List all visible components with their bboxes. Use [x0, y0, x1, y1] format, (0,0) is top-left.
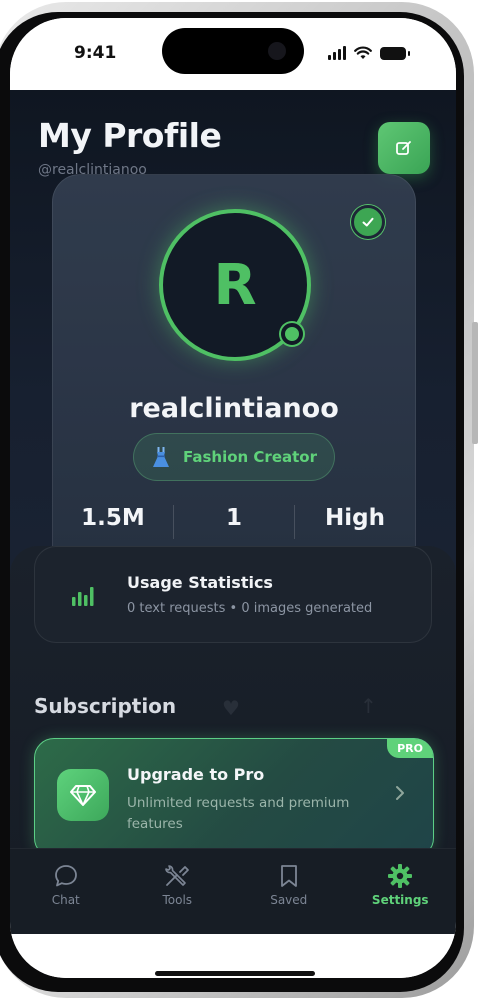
bar-chart-icon	[72, 587, 94, 606]
gear-icon	[388, 864, 413, 888]
bookmark-icon	[280, 865, 297, 887]
checkmark-icon	[362, 217, 374, 227]
tab-chat[interactable]: Chat	[10, 849, 122, 934]
usage-subtitle: 0 text requests • 0 images generated	[127, 601, 373, 616]
bottom-sheet: Usage Statistics 0 text requests • 0 ima…	[10, 546, 456, 860]
dress-icon	[152, 447, 169, 467]
chevron-right-icon	[396, 786, 404, 800]
diamond-icon	[70, 785, 96, 806]
verified-badge	[351, 205, 385, 239]
heart-icon: ♥	[222, 696, 240, 720]
home-indicator[interactable]	[155, 971, 315, 976]
tab-saved[interactable]: Saved	[233, 849, 345, 934]
battery-icon	[380, 46, 410, 60]
stat-value: 1	[225, 505, 242, 531]
tab-tools[interactable]: Tools	[122, 849, 234, 934]
edit-icon	[396, 141, 411, 155]
page-title: My Profile	[38, 116, 222, 155]
arrow-up-icon: ↑	[360, 694, 377, 718]
wifi-icon	[354, 46, 372, 59]
status-bar: 9:41	[10, 18, 456, 90]
diamond-icon-box	[57, 769, 109, 821]
profile-username: realclintianoo	[129, 393, 339, 424]
pro-title: Upgrade to Pro	[127, 765, 265, 784]
tools-icon	[165, 865, 190, 886]
tab-label: Saved	[270, 893, 308, 907]
status-icons	[328, 46, 410, 60]
profile-card: R realclintianoo Fashion Creator 1.5M 1 …	[52, 174, 416, 594]
edit-profile-button[interactable]	[378, 122, 430, 174]
avatar[interactable]: R	[159, 209, 311, 361]
subscription-section-title: Subscription	[34, 694, 177, 718]
camera-icon	[268, 42, 286, 60]
tab-label: Settings	[371, 893, 429, 907]
pro-description: Unlimited requests and premium features	[127, 795, 350, 832]
pro-badge: PRO	[387, 739, 433, 758]
signal-icon	[328, 46, 346, 60]
usage-title: Usage Statistics	[127, 573, 273, 592]
category-badge[interactable]: Fashion Creator	[133, 433, 335, 481]
stat-value: High	[325, 505, 385, 531]
upgrade-pro-card[interactable]: PRO Upgrade to Pro Unlimited requests an…	[34, 738, 434, 858]
side-button	[472, 322, 478, 444]
category-label: Fashion Creator	[182, 448, 318, 466]
online-status-dot	[281, 323, 303, 345]
dynamic-island	[162, 28, 304, 74]
status-time: 9:41	[74, 43, 117, 63]
chat-bubble-icon	[54, 865, 77, 887]
stat-value: 1.5M	[81, 505, 145, 531]
home-area	[10, 934, 456, 978]
tab-label: Tools	[162, 893, 193, 907]
usage-statistics-card[interactable]: Usage Statistics 0 text requests • 0 ima…	[34, 546, 432, 643]
tab-bar: Chat Tools Saved Settings	[10, 848, 456, 934]
avatar-letter: R	[213, 252, 257, 318]
profile-screen: My Profile @realclintianoo R realclintia…	[10, 90, 456, 860]
tab-settings[interactable]: Settings	[345, 849, 457, 934]
phone-screen: 9:41 My Profile @realclintianoo R realcl…	[10, 18, 456, 978]
stats-row: 1.5M 1 High	[53, 505, 415, 539]
tab-label: Chat	[51, 893, 80, 907]
